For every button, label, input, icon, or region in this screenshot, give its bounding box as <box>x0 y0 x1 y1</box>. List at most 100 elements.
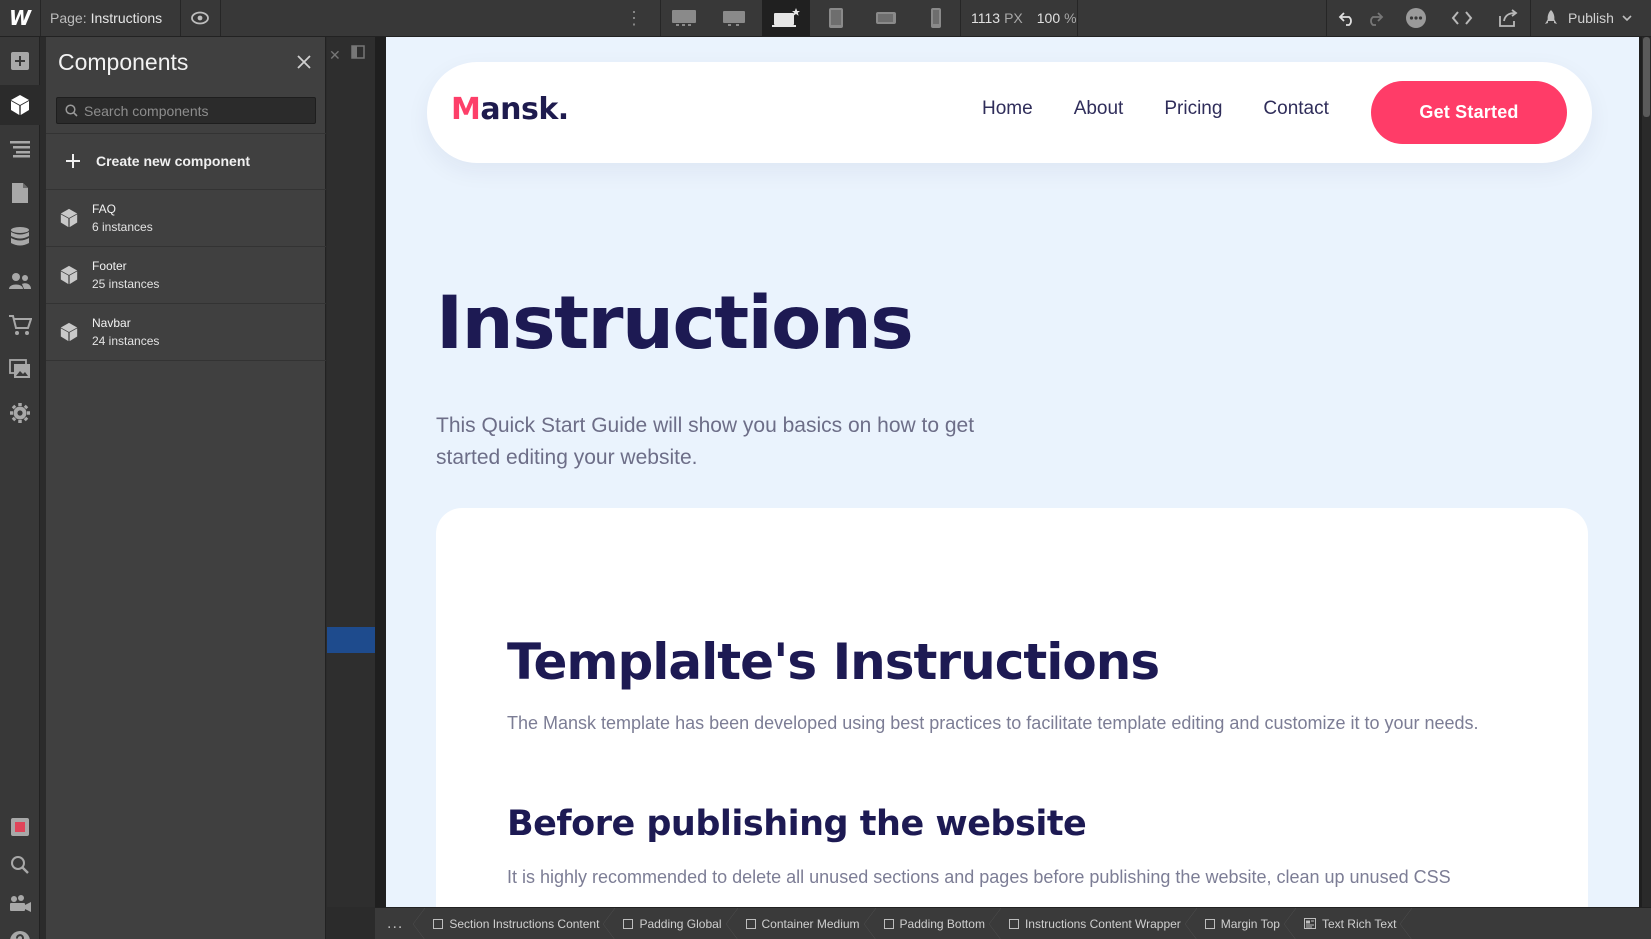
component-item-footer[interactable]: Footer 25 instances <box>46 247 326 304</box>
breakpoint-tablet-icon[interactable] <box>812 0 860 36</box>
users-icon[interactable] <box>0 261 40 301</box>
breadcrumb-label: Margin Top <box>1220 916 1280 931</box>
add-elements-icon[interactable] <box>0 41 40 81</box>
div-block-icon <box>1204 918 1215 929</box>
site-logo[interactable]: Mansk. <box>451 92 569 127</box>
site-navbar[interactable]: Mansk. Home About Pricing Contact Get St… <box>427 62 1592 163</box>
close-icon[interactable] <box>295 53 313 71</box>
more-breakpoints-icon[interactable]: ⋮ <box>625 0 643 36</box>
navigator-icon[interactable] <box>0 129 40 169</box>
dock-panel-icon[interactable] <box>351 45 365 62</box>
plus-icon <box>66 154 80 168</box>
settings-gear-icon[interactable] <box>0 393 40 433</box>
publishing-paragraph[interactable]: It is highly recommended to delete all u… <box>507 863 1517 892</box>
breadcrumb-label: Padding Global <box>639 916 722 931</box>
search-icon[interactable] <box>0 845 40 885</box>
create-new-component-button[interactable]: Create new component <box>46 133 326 189</box>
instructions-heading[interactable]: Templalte's Instructions <box>507 633 1160 691</box>
canvas-scrollbar[interactable] <box>1642 37 1651 907</box>
audit-icon[interactable] <box>0 807 40 847</box>
nav-link-pricing[interactable]: Pricing <box>1164 98 1222 120</box>
pages-icon[interactable] <box>0 173 40 213</box>
divider <box>220 0 221 36</box>
breadcrumb-item-selected[interactable]: Text Rich Text <box>1290 907 1413 939</box>
cms-database-icon[interactable] <box>0 217 40 257</box>
breadcrumb-more[interactable]: ... <box>375 907 426 939</box>
comments-icon[interactable] <box>1402 0 1430 36</box>
zoom-unit: % <box>1064 10 1077 26</box>
component-item-navbar[interactable]: Navbar 24 instances <box>46 304 326 361</box>
search-components-field[interactable] <box>56 97 316 124</box>
breadcrumb-label: Instructions Content Wrapper <box>1024 916 1181 931</box>
element-breadcrumb: ... Section Instructions Content Padding… <box>375 907 1651 939</box>
component-count: 25 instances <box>92 277 160 291</box>
selected-node-highlight[interactable] <box>327 627 375 653</box>
ecommerce-cart-icon[interactable] <box>0 305 40 345</box>
breadcrumb-item[interactable]: Instructions Content Wrapper <box>995 907 1197 939</box>
breadcrumb-item[interactable]: Container Medium <box>732 907 876 939</box>
redo-icon[interactable] <box>1361 0 1389 36</box>
video-tutorials-icon[interactable] <box>0 883 40 923</box>
div-block-icon <box>1008 918 1019 929</box>
nav-link-contact[interactable]: Contact <box>1263 98 1328 120</box>
nav-link-home[interactable]: Home <box>982 98 1033 120</box>
divider <box>180 0 181 36</box>
code-export-icon[interactable] <box>1448 0 1476 36</box>
get-started-button[interactable]: Get Started <box>1371 81 1567 144</box>
rich-text-icon <box>1303 918 1316 929</box>
breadcrumb-label: Container Medium <box>761 916 860 931</box>
close-icon[interactable]: ✕ <box>329 47 341 64</box>
logo-initial: M <box>451 92 481 127</box>
rocket-icon <box>1545 10 1557 24</box>
breakpoint-1920-icon[interactable] <box>660 0 708 36</box>
component-cube-icon <box>46 208 92 228</box>
panel-title: Components <box>58 49 189 75</box>
assets-icon[interactable] <box>0 349 40 389</box>
breadcrumb-item[interactable]: Margin Top <box>1191 907 1297 939</box>
publish-button[interactable]: Publish <box>1542 0 1632 36</box>
breakpoint-1440-icon[interactable] <box>710 0 758 36</box>
search-icon <box>65 104 78 117</box>
publishing-heading[interactable]: Before publishing the website <box>507 804 1087 844</box>
divider <box>960 0 961 36</box>
zoom-value: 100 <box>1036 10 1061 26</box>
webflow-logo[interactable]: W <box>0 0 40 36</box>
component-item-faq[interactable]: FAQ 6 instances <box>46 190 326 247</box>
breakpoint-mobile-portrait-icon[interactable] <box>912 0 960 36</box>
nav-links: Home About Pricing Contact <box>982 98 1329 120</box>
components-panel: Components Create new component FAQ 6 in… <box>46 37 326 939</box>
divider <box>1077 0 1078 36</box>
breakpoint-mobile-landscape-icon[interactable] <box>862 0 910 36</box>
scrollbar-thumb[interactable] <box>1643 37 1650 117</box>
breadcrumb-item[interactable]: Padding Global <box>609 907 738 939</box>
page-selector[interactable]: Page: Instructions <box>50 0 162 36</box>
page-name: Instructions <box>90 10 163 26</box>
div-block-icon <box>433 918 444 929</box>
breakpoint-base-icon[interactable] <box>762 0 810 36</box>
help-icon[interactable] <box>0 921 40 939</box>
create-label: Create new component <box>96 153 251 169</box>
hero-title[interactable]: Instructions <box>436 281 914 366</box>
page-preview[interactable]: Mansk. Home About Pricing Contact Get St… <box>386 37 1639 907</box>
publish-label: Publish <box>1568 10 1614 26</box>
component-count: 6 instances <box>92 220 153 234</box>
left-icon-rail <box>0 37 40 939</box>
navigator-panel-edge: ✕ <box>327 37 375 907</box>
components-icon[interactable] <box>0 85 40 125</box>
breadcrumb-label: Padding Bottom <box>899 916 985 931</box>
breadcrumb-label: Text Rich Text <box>1321 916 1397 931</box>
breadcrumb-item[interactable]: Section Instructions Content <box>419 907 616 939</box>
search-components-input[interactable] <box>84 102 304 119</box>
hero-lead[interactable]: This Quick Start Guide will show you bas… <box>436 410 976 474</box>
breadcrumb-item[interactable]: Padding Bottom <box>870 907 1002 939</box>
logo-text: ansk. <box>480 92 569 127</box>
component-count: 24 instances <box>92 334 160 348</box>
undo-icon[interactable] <box>1333 0 1361 36</box>
instructions-paragraph[interactable]: The Mansk template has been developed us… <box>507 709 1497 738</box>
share-icon[interactable] <box>1494 0 1522 36</box>
instructions-card[interactable]: Templalte's Instructions The Mansk templ… <box>436 508 1588 907</box>
divider <box>40 0 41 36</box>
nav-link-about[interactable]: About <box>1074 98 1124 120</box>
preview-eye-icon[interactable] <box>190 0 210 36</box>
canvas-size-readout[interactable]: 1113 PX 100 % <box>971 0 1077 36</box>
